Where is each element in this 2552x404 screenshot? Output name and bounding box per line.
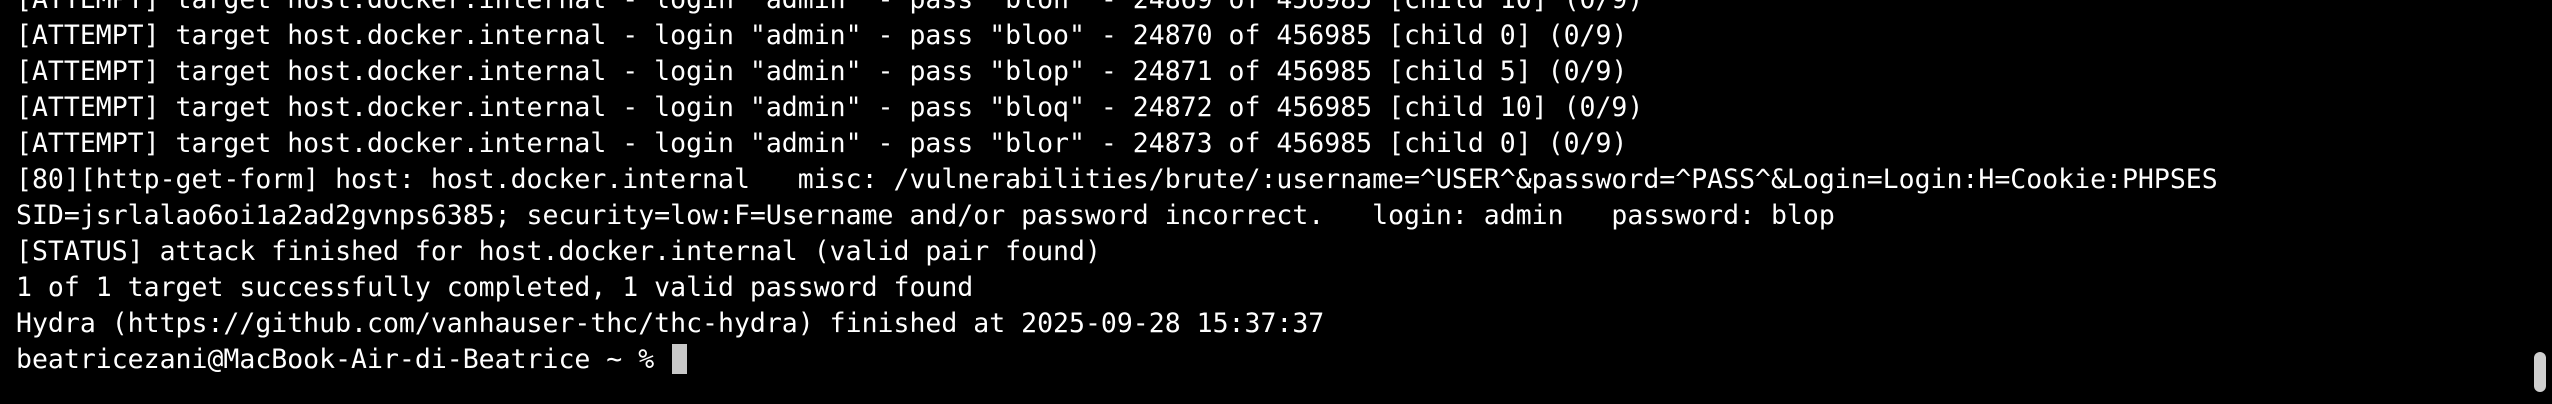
- output-line: [80][http-get-form] host: host.docker.in…: [16, 164, 2218, 195]
- terminal-output: [ATTEMPT] target host.docker.internal - …: [16, 0, 2218, 378]
- output-line: 1 of 1 target successfully completed, 1 …: [16, 272, 974, 303]
- prompt-line[interactable]: beatricezani@MacBook-Air-di-Beatrice ~ %: [16, 342, 2218, 378]
- output-line: [STATUS] attack finished for host.docker…: [16, 236, 1101, 267]
- output-line: SID=jsrlalao6oi1a2ad2gvnps6385; security…: [16, 200, 1835, 231]
- output-line: [ATTEMPT] target host.docker.internal - …: [16, 128, 1628, 159]
- vertical-scrollbar[interactable]: [2524, 0, 2552, 404]
- output-line: [ATTEMPT] target host.docker.internal - …: [16, 20, 1628, 51]
- output-line: Hydra (https://github.com/vanhauser-thc/…: [16, 308, 1325, 339]
- shell-prompt: beatricezani@MacBook-Air-di-Beatrice ~ %: [16, 344, 671, 375]
- text-cursor: [672, 344, 688, 374]
- terminal-window[interactable]: [ATTEMPT] target host.docker.internal - …: [0, 0, 2552, 404]
- output-line: [ATTEMPT] target host.docker.internal - …: [16, 0, 2218, 18]
- output-line: [ATTEMPT] target host.docker.internal - …: [16, 56, 1628, 87]
- scrollbar-thumb[interactable]: [2534, 352, 2546, 392]
- output-line: [ATTEMPT] target host.docker.internal - …: [16, 92, 1644, 123]
